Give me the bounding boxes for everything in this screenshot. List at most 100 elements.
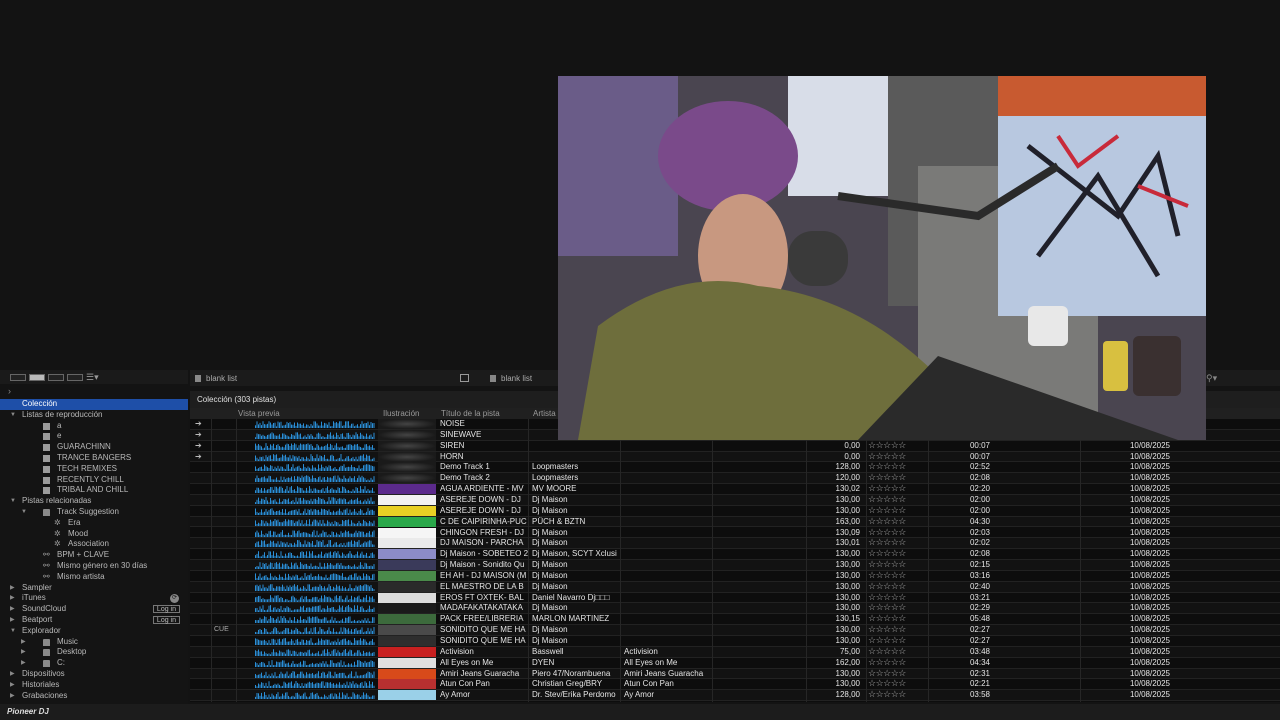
tree-item[interactable]: TECH REMIXES: [0, 464, 188, 475]
caret-down-icon[interactable]: ▼: [10, 410, 16, 421]
table-row[interactable]: AGUA ARDIENTE - MV MV MOORE 130,02 02:20 10/…: [190, 483, 1280, 495]
tree-item[interactable]: ▼ Pistas relacionadas: [0, 496, 188, 507]
table-row[interactable]: Ay Amor Dr. Stev/Erika Perdomo Ay Amor 128,…: [190, 689, 1280, 702]
waveform-preview[interactable]: [255, 692, 375, 700]
tab-blank-list-1[interactable]: blank list: [195, 374, 237, 383]
waveform-preview[interactable]: [255, 594, 375, 602]
waveform-preview[interactable]: [255, 540, 375, 548]
waveform-preview[interactable]: [255, 659, 375, 667]
rating-stars[interactable]: ☆☆☆☆☆: [868, 494, 906, 505]
split-view-icon[interactable]: [460, 374, 469, 382]
tree-item[interactable]: ▼ Explorador: [0, 626, 188, 637]
waveform-preview[interactable]: [255, 616, 375, 624]
waveform-preview[interactable]: [255, 627, 375, 635]
rating-stars[interactable]: ☆☆☆☆☆: [868, 461, 906, 472]
view-mode-button-4[interactable]: [67, 373, 83, 381]
search-icon[interactable]: ⚲▾: [1206, 373, 1217, 384]
table-row[interactable]: MADAFAKATAKATAKA Dj Maison 130,00 02:29 10/0…: [190, 602, 1280, 615]
tree-item[interactable]: ▼ Listas de reproducción: [0, 410, 188, 421]
rating-stars[interactable]: ☆☆☆☆☆: [868, 516, 906, 527]
table-row[interactable]: Activision Basswell Activision 75,00 03:48 10…: [190, 646, 1280, 658]
column-preview[interactable]: Vista previa: [238, 409, 280, 418]
caret-right-icon[interactable]: ▶: [10, 669, 15, 680]
rating-stars[interactable]: ☆☆☆☆☆: [868, 581, 906, 592]
table-row[interactable]: EH AH - DJ MAISON (M Dj Maison 130,00 03:16…: [190, 570, 1280, 582]
tree-item[interactable]: ▶ Historiales: [0, 680, 188, 691]
waveform-preview[interactable]: [255, 529, 375, 537]
tree-item[interactable]: ▶ Beatport Log in: [0, 615, 188, 626]
tree-item[interactable]: ▶ iTunes ⟳: [0, 593, 188, 604]
rating-stars[interactable]: ☆☆☆☆☆: [868, 678, 906, 689]
table-row[interactable]: SONIDITO QUE ME HA Dj Maison 130,00 02:27 10…: [190, 635, 1280, 647]
waveform-preview[interactable]: [255, 670, 375, 678]
rating-stars[interactable]: ☆☆☆☆☆: [868, 602, 906, 613]
caret-right-icon[interactable]: ▶: [10, 615, 15, 626]
waveform-preview[interactable]: [255, 442, 375, 450]
table-row[interactable]: C DE CAIPIRINHA-PUC PÜCH & BZTN 163,00 04:3…: [190, 516, 1280, 528]
rating-stars[interactable]: ☆☆☆☆☆: [868, 483, 906, 494]
waveform-preview[interactable]: [255, 681, 375, 689]
caret-right-icon[interactable]: ▶: [21, 637, 26, 648]
rating-stars[interactable]: ☆☆☆☆☆: [868, 646, 906, 657]
rating-stars[interactable]: ☆☆☆☆☆: [868, 440, 906, 451]
column-artist[interactable]: Artista: [533, 409, 556, 418]
tree-item[interactable]: ▶ Sampler: [0, 583, 188, 594]
view-mode-button-3[interactable]: [48, 373, 64, 381]
rating-stars[interactable]: ☆☆☆☆☆: [868, 472, 906, 483]
rating-stars[interactable]: ☆☆☆☆☆: [868, 624, 906, 635]
tree-item[interactable]: ✲ Era: [0, 518, 188, 529]
rating-stars[interactable]: ☆☆☆☆☆: [868, 613, 906, 624]
caret-down-icon[interactable]: ▼: [10, 496, 16, 507]
caret-right-icon[interactable]: ▶: [10, 691, 15, 702]
table-row[interactable]: CHINGON FRESH - DJ Dj Maison 130,09 02:03 10…: [190, 527, 1280, 539]
table-row[interactable]: EROS FT OXTEK- BAL Daniel Navarro Dj□□□ 13…: [190, 592, 1280, 604]
table-row[interactable]: DJ MAISON - PARCHA Dj Maison 130,01 02:02 10…: [190, 537, 1280, 550]
tree-item[interactable]: RECENTLY CHILL: [0, 475, 188, 486]
tree-item[interactable]: ▶ SoundCloud Log in: [0, 604, 188, 615]
table-row[interactable]: All Eyes on Me DYEN All Eyes on Me 162,00 04…: [190, 657, 1280, 669]
tree-item[interactable]: ⚯ Mismo artista: [0, 572, 188, 583]
waveform-preview[interactable]: [255, 464, 375, 472]
table-row[interactable]: Amiri Jeans Guaracha Piero 47/Norambuena A…: [190, 668, 1280, 680]
waveform-preview[interactable]: [255, 572, 375, 580]
table-row[interactable]: Dj Maison - Sonidito Qu Dj Maison 130,00 02…: [190, 559, 1280, 571]
rating-stars[interactable]: ☆☆☆☆☆: [868, 559, 906, 570]
tree-item[interactable]: ✲ Mood: [0, 529, 188, 540]
waveform-preview[interactable]: [255, 432, 375, 439]
waveform-preview[interactable]: [255, 453, 375, 461]
caret-down-icon[interactable]: ▼: [10, 626, 16, 637]
waveform-preview[interactable]: [255, 648, 375, 656]
tree-item[interactable]: ▶ Music: [0, 637, 188, 648]
waveform-preview[interactable]: [255, 551, 375, 559]
tree-item[interactable]: ▶ Dispositivos: [0, 669, 188, 680]
tree-item[interactable]: ⚯ Mismo género en 30 días: [0, 561, 188, 572]
tree-item[interactable]: TRIBAL AND CHILL: [0, 485, 188, 496]
view-mode-button-1[interactable]: [10, 373, 26, 381]
rating-stars[interactable]: ☆☆☆☆☆: [868, 537, 906, 548]
rating-stars[interactable]: ☆☆☆☆☆: [868, 592, 906, 603]
table-row[interactable]: CUE SONIDITO QUE ME HA Dj Maison 130,00 02:2…: [190, 624, 1280, 636]
tree-item[interactable]: ▶ Desktop: [0, 647, 188, 658]
rating-stars[interactable]: ☆☆☆☆☆: [868, 668, 906, 679]
table-row[interactable]: Atun Con Pan Christian Greg/BRY Atun Con P…: [190, 678, 1280, 691]
table-row[interactable]: ➔ HORN 0,00 00:07 10/08/2025 ☆☆☆☆☆: [190, 451, 1280, 463]
caret-right-icon[interactable]: ▶: [21, 647, 26, 658]
tree-item[interactable]: e: [0, 431, 188, 442]
rating-stars[interactable]: ☆☆☆☆☆: [868, 657, 906, 668]
tab-blank-list-2[interactable]: blank list: [490, 374, 532, 383]
login-button[interactable]: Log in: [152, 615, 180, 624]
table-row[interactable]: EL MAESTRO DE LA B Dj Maison 130,00 02:40 10…: [190, 581, 1280, 593]
column-artwork[interactable]: Ilustración: [383, 409, 419, 418]
waveform-preview[interactable]: [255, 562, 375, 570]
waveform-preview[interactable]: [255, 496, 375, 504]
waveform-preview[interactable]: [255, 518, 375, 526]
tree-item[interactable]: ▼ Track Suggestion: [0, 507, 188, 518]
waveform-preview[interactable]: [255, 638, 375, 645]
waveform-preview[interactable]: [255, 475, 375, 483]
caret-right-icon[interactable]: ▶: [10, 604, 15, 615]
rating-stars[interactable]: ☆☆☆☆☆: [868, 505, 906, 516]
rating-stars[interactable]: ☆☆☆☆☆: [868, 451, 906, 462]
waveform-preview[interactable]: [255, 421, 375, 428]
column-title[interactable]: Título de la pista: [441, 409, 500, 418]
table-row[interactable]: ASEREJE DOWN - DJ Dj Maison 130,00 02:00 10/…: [190, 494, 1280, 506]
